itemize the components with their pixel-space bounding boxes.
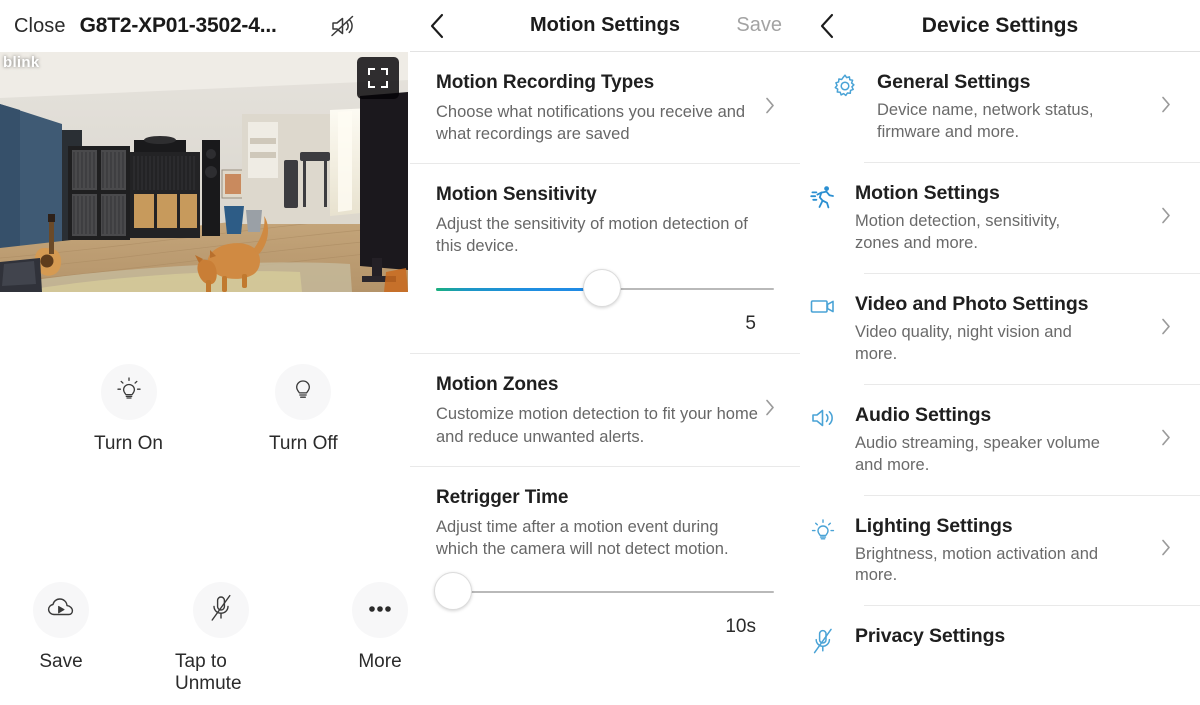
motion-recording-types-row[interactable]: Motion Recording Types Choose what notif…	[410, 52, 800, 163]
chevron-right-icon	[1160, 94, 1172, 119]
video-frame-image	[0, 52, 408, 292]
motion-sensitivity-desc: Adjust the sensitivity of motion detecti…	[436, 215, 748, 256]
unmute-button[interactable]: Tap to Unmute	[175, 582, 266, 695]
motion-sensitivity-title: Motion Sensitivity	[436, 184, 597, 206]
turn-on-light-label: Turn On	[94, 433, 163, 454]
settings-item-text: General Settings Device name, network st…	[868, 71, 1127, 144]
live-video-feed[interactable]: blink	[0, 52, 408, 292]
settings-item-motion[interactable]: Motion Settings Motion detection, sensit…	[810, 161, 1200, 273]
save-clip-label: Save	[39, 651, 83, 672]
motion-sensitivity-value: 5	[745, 313, 756, 335]
device-settings-list: General Settings Device name, network st…	[800, 52, 1200, 673]
settings-item-title: Audio Settings	[855, 403, 992, 426]
settings-item-title: Motion Settings	[855, 181, 1000, 204]
blink-watermark: blink	[3, 54, 40, 71]
retrigger-time-title: Retrigger Time	[436, 486, 569, 508]
slider-thumb[interactable]	[433, 571, 472, 610]
settings-item-text: Audio Settings Audio streaming, speaker …	[846, 404, 1105, 477]
light-bulb-icon	[800, 515, 846, 545]
slider-thumb[interactable]	[582, 269, 621, 308]
cloud-save-icon	[46, 596, 76, 625]
page-title: Device Settings	[921, 13, 1079, 37]
chevron-right-icon	[764, 398, 776, 423]
motion-settings-header: Motion Settings Save	[410, 0, 800, 52]
motion-settings-panel: Motion Settings Save Motion Recording Ty…	[410, 0, 800, 705]
microphone-muted-icon	[208, 593, 234, 628]
light-bulb-off-icon	[292, 376, 314, 409]
device-settings-panel: Device Settings General Settings Device …	[800, 0, 1200, 705]
save-clip-button[interactable]: Save	[33, 582, 89, 695]
settings-item-general[interactable]: General Settings Device name, network st…	[800, 52, 1200, 162]
more-ellipsis-icon	[366, 601, 394, 619]
app-screen: Close G8T2-XP01-3502-4... blink Turn On …	[0, 0, 1200, 705]
settings-item-title: Video and Photo Settings	[855, 292, 1089, 315]
more-button[interactable]: More	[352, 582, 408, 695]
settings-item-text: Video and Photo Settings Video quality, …	[846, 293, 1105, 366]
live-view-panel: Close G8T2-XP01-3502-4... blink Turn On …	[0, 0, 410, 705]
motion-recording-types-desc: Choose what notifications you receive an…	[436, 103, 746, 144]
motion-sensitivity-row: Motion Sensitivity Adjust the sensitivit…	[410, 163, 800, 353]
device-id-label: G8T2-XP01-3502-4...	[79, 14, 277, 37]
gear-icon	[822, 71, 868, 99]
live-view-header: Close G8T2-XP01-3502-4...	[0, 0, 410, 52]
microphone-muted-icon	[800, 625, 846, 655]
more-label: More	[358, 651, 402, 672]
motion-zones-title: Motion Zones	[436, 374, 559, 396]
slider-fill	[436, 288, 602, 291]
settings-item-desc: Motion detection, sensitivity, zones and…	[855, 211, 1061, 252]
motion-zones-desc: Customize motion detection to fit your h…	[436, 405, 758, 446]
video-camera-icon	[800, 293, 846, 317]
settings-item-lighting[interactable]: Lighting Settings Brightness, motion act…	[811, 494, 1200, 606]
motion-sensitivity-slider[interactable]	[436, 269, 774, 308]
retrigger-time-row: Retrigger Time Adjust time after a motio…	[410, 465, 800, 656]
motion-zones-row[interactable]: Motion Zones Customize motion detection …	[410, 353, 800, 465]
retrigger-time-slider[interactable]	[433, 571, 774, 610]
action-controls-row: Save Tap to Unmute More	[0, 582, 408, 695]
light-controls-row: Turn On Turn Off	[0, 364, 408, 455]
settings-item-desc: Device name, network status, firmware an…	[877, 101, 1094, 141]
motion-recording-types-title: Motion Recording Types	[436, 72, 655, 93]
turn-on-light-circle	[100, 364, 157, 420]
back-chevron-icon[interactable]	[424, 11, 450, 41]
settings-item-privacy[interactable]: Privacy Settings	[813, 605, 1200, 673]
save-button[interactable]: Save	[736, 14, 782, 37]
unmute-circle	[192, 582, 249, 638]
turn-off-light-circle	[275, 364, 332, 420]
turn-off-light-label: Turn Off	[269, 433, 338, 454]
save-clip-circle	[33, 582, 89, 638]
speaker-icon	[800, 404, 846, 430]
speaker-muted-icon[interactable]	[328, 11, 358, 41]
slider-track	[436, 590, 774, 593]
settings-item-desc: Audio streaming, speaker volume and more…	[855, 433, 1100, 474]
running-person-icon	[800, 182, 846, 210]
chevron-right-icon	[1160, 427, 1172, 452]
chevron-right-icon	[1160, 205, 1172, 230]
settings-item-audio[interactable]: Audio Settings Audio streaming, speaker …	[812, 383, 1200, 495]
settings-item-video-photo[interactable]: Video and Photo Settings Video quality, …	[810, 272, 1200, 384]
chevron-right-icon	[764, 95, 776, 120]
settings-item-text: Privacy Settings	[846, 625, 1005, 654]
unmute-label: Tap to Unmute	[175, 651, 242, 694]
settings-item-title: Lighting Settings	[855, 514, 1013, 537]
retrigger-time-value: 10s	[725, 615, 756, 637]
close-button[interactable]: Close	[14, 15, 66, 38]
settings-item-desc: Video quality, night vision and more.	[855, 322, 1072, 363]
motion-settings-list: Motion Recording Types Choose what notif…	[410, 52, 800, 656]
settings-item-title: Privacy Settings	[855, 625, 1006, 648]
settings-item-text: Motion Settings Motion detection, sensit…	[846, 182, 1105, 255]
settings-item-title: General Settings	[877, 71, 1031, 93]
fullscreen-icon[interactable]	[357, 57, 399, 99]
retrigger-time-desc: Adjust time after a motion event during …	[436, 517, 729, 558]
chevron-right-icon	[1160, 538, 1172, 563]
settings-item-desc: Brightness, motion activation and more.	[855, 544, 1099, 585]
more-circle	[352, 582, 408, 638]
turn-off-light-button[interactable]: Turn Off	[269, 364, 338, 455]
turn-on-light-button[interactable]: Turn On	[94, 364, 163, 455]
settings-item-text: Lighting Settings Brightness, motion act…	[846, 515, 1105, 588]
light-bulb-on-icon	[116, 376, 142, 409]
device-settings-header: Device Settings	[800, 0, 1200, 52]
chevron-right-icon	[1160, 316, 1172, 341]
